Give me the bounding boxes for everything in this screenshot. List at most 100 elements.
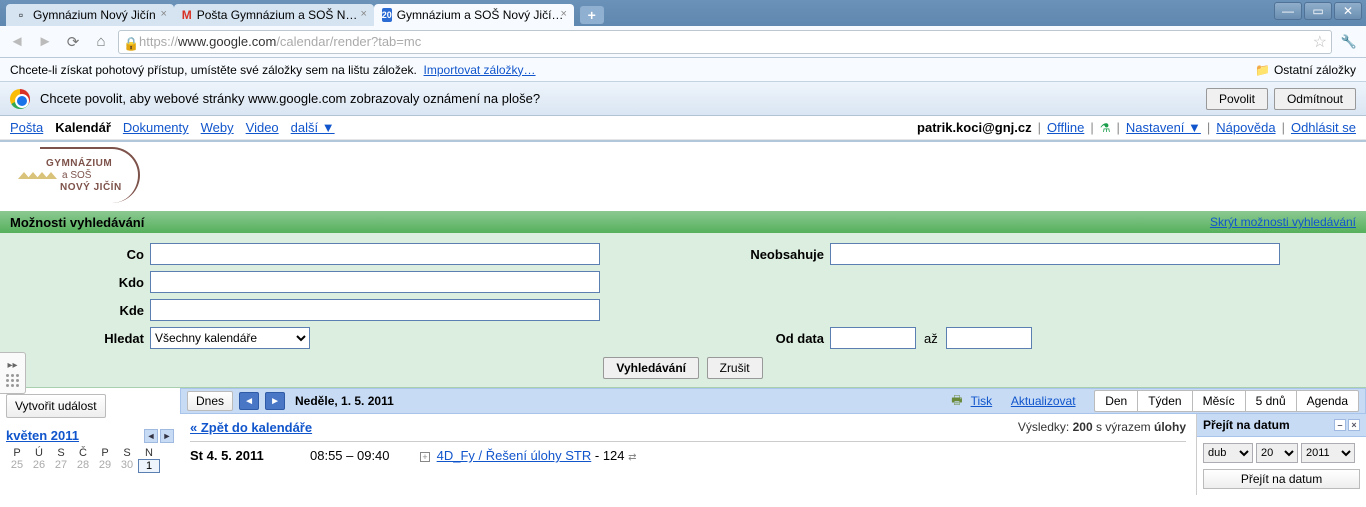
home-button[interactable]: ⌂ — [90, 31, 112, 53]
bookmark-star-icon[interactable]: ☆ — [1313, 32, 1327, 52]
select-searchin[interactable]: Všechny kalendáře — [150, 327, 310, 349]
url-scheme: https:// — [139, 34, 178, 49]
label-to: až — [924, 331, 938, 346]
view-week[interactable]: Týden — [1138, 390, 1192, 412]
close-icon[interactable]: × — [558, 8, 570, 20]
close-icon[interactable]: × — [358, 8, 370, 20]
input-what[interactable] — [150, 243, 600, 265]
goto-year-select[interactable]: 2011 — [1301, 443, 1355, 463]
goto-month-select[interactable]: dub — [1203, 443, 1253, 463]
hide-search-options-link[interactable]: Skrýt možnosti vyhledávání — [1210, 215, 1356, 229]
results-summary: Výsledky: 200 s výrazem úlohy — [1018, 420, 1186, 434]
search-options-form: Co Neobsahuje Kdo Kde Hledat Všechny kal… — [0, 233, 1366, 388]
deny-button[interactable]: Odmítnout — [1274, 88, 1356, 110]
search-options-header: Možnosti vyhledávání Skrýt možnosti vyhl… — [0, 211, 1366, 233]
left-column: Vytvořit událost květen 2011 ◄ ► PÚSČPSN… — [0, 388, 180, 495]
labs-icon[interactable]: ⚗ — [1100, 121, 1111, 135]
forward-button[interactable]: ► — [34, 31, 56, 53]
label-not: Neobsahuje — [600, 247, 830, 262]
url-path: /calendar/render?tab=mc — [276, 34, 421, 49]
browser-tab-2[interactable]: 20 Gymnázium a SOŠ Nový Jičí… × — [374, 4, 574, 26]
print-link[interactable]: Tisk — [971, 394, 993, 408]
view-5days[interactable]: 5 dnů — [1246, 390, 1297, 412]
create-event-button[interactable]: Vytvořit událost — [6, 394, 106, 418]
results-list: « Zpět do kalendáře Výsledky: 200 s výra… — [180, 414, 1196, 495]
browser-tab-0[interactable]: ▫ Gymnázium Nový Jičín × — [6, 4, 174, 26]
close-panel-icon[interactable]: × — [1348, 419, 1360, 431]
goto-date-button[interactable]: Přejít na datum — [1203, 469, 1360, 489]
refresh-link[interactable]: Aktualizovat — [1011, 394, 1076, 408]
minimize-panel-icon[interactable]: – — [1334, 419, 1346, 431]
side-drawer-handle[interactable]: ▸▸ — [0, 352, 26, 394]
notification-infobar: Chcete povolit, aby webové stránky www.g… — [0, 82, 1366, 116]
settings-link[interactable]: Nastavení ▼ — [1126, 120, 1201, 135]
tab-title: Gymnázium Nový Jičín — [33, 8, 156, 22]
input-not[interactable] — [830, 243, 1280, 265]
search-button[interactable]: Vyhledávání — [603, 357, 699, 379]
reload-button[interactable]: ⟳ — [62, 31, 84, 53]
chrome-icon — [10, 89, 30, 109]
input-who[interactable] — [150, 271, 600, 293]
gbar-link-posta[interactable]: Pošta — [10, 120, 43, 135]
event-row[interactable]: St 4. 5. 2011 08:55 – 09:40 + 4D_Fy / Ře… — [190, 448, 1186, 463]
chevron-right-icon: ▸▸ — [7, 360, 17, 371]
recurring-icon: ⇄ — [628, 452, 636, 463]
window-close-button[interactable]: ✕ — [1334, 2, 1362, 20]
next-period-button[interactable]: ► — [265, 392, 285, 410]
date-toolbar: Dnes ◄ ► Neděle, 1. 5. 2011 🖶 Tisk Aktua… — [180, 388, 1366, 414]
goto-day-select[interactable]: 20 — [1256, 443, 1298, 463]
mini-calendar[interactable]: PÚSČPSN 2526272829301 — [6, 447, 174, 473]
import-bookmarks-link[interactable]: Importovat záložky… — [424, 63, 536, 77]
close-icon[interactable]: × — [158, 8, 170, 20]
mini-prev-month[interactable]: ◄ — [144, 429, 158, 443]
event-date: St 4. 5. 2011 — [190, 448, 310, 463]
view-agenda[interactable]: Agenda — [1297, 390, 1359, 412]
signout-link[interactable]: Odhlásit se — [1291, 120, 1356, 135]
input-to-date[interactable] — [946, 327, 1032, 349]
gbar-link-kalendar[interactable]: Kalendář — [55, 120, 111, 135]
label-where: Kde — [10, 303, 150, 318]
page-icon: ▫ — [14, 8, 28, 22]
browser-tab-1[interactable]: M Pošta Gymnázium a SOŠ N… × — [174, 4, 374, 26]
gbar-link-dokumenty[interactable]: Dokumenty — [123, 120, 189, 135]
back-button[interactable]: ◄ — [6, 31, 28, 53]
event-title-link[interactable]: 4D_Fy / Řešení úlohy STR — [437, 448, 592, 463]
help-link[interactable]: Nápověda — [1216, 120, 1275, 135]
new-tab-button[interactable]: + — [580, 6, 604, 24]
expand-icon[interactable]: + — [420, 452, 430, 462]
input-from-date[interactable] — [830, 327, 916, 349]
back-to-calendar-link[interactable]: « Zpět do kalendáře — [190, 420, 312, 435]
goto-date-title: Přejít na datum — [1203, 418, 1290, 432]
other-bookmarks-link[interactable]: Ostatní záložky — [1274, 63, 1356, 77]
offline-link[interactable]: Offline — [1047, 120, 1084, 135]
mini-next-month[interactable]: ► — [160, 429, 174, 443]
prev-period-button[interactable]: ◄ — [239, 392, 259, 410]
tab-title: Gymnázium a SOŠ Nový Jičí… — [397, 8, 564, 22]
gbar-link-weby[interactable]: Weby — [201, 120, 234, 135]
main-area: Vytvořit událost květen 2011 ◄ ► PÚSČPSN… — [0, 388, 1366, 495]
user-email: patrik.koci@gnj.cz — [917, 120, 1032, 135]
infobar-text: Chcete povolit, aby webové stránky www.g… — [40, 91, 540, 106]
right-content: Dnes ◄ ► Neděle, 1. 5. 2011 🖶 Tisk Aktua… — [180, 388, 1366, 495]
url-bar[interactable]: 🔒 https:// www.google.com /calendar/rend… — [118, 30, 1332, 54]
event-time: 08:55 – 09:40 — [310, 448, 420, 463]
search-title: Možnosti vyhledávání — [10, 215, 144, 230]
window-minimize-button[interactable]: — — [1274, 2, 1302, 20]
current-date-label: Neděle, 1. 5. 2011 — [295, 394, 394, 408]
logo-row: GYMNÁZIUM a SOŠ NOVÝ JIČÍN — [0, 140, 1366, 211]
window-maximize-button[interactable]: ▭ — [1304, 2, 1332, 20]
allow-button[interactable]: Povolit — [1206, 88, 1268, 110]
label-searchin: Hledat — [10, 331, 150, 346]
school-logo: GYMNÁZIUM a SOŠ NOVÝ JIČÍN — [10, 150, 160, 200]
gbar-link-more[interactable]: další ▼ — [291, 120, 335, 135]
view-day[interactable]: Den — [1094, 390, 1138, 412]
calendar-badge-icon: 20 — [382, 8, 392, 22]
gbar-link-video[interactable]: Video — [246, 120, 279, 135]
wrench-menu-icon[interactable]: 🔧 — [1338, 31, 1360, 53]
goto-date-panel: Přejít na datum – × dub 20 2011 Přejít n… — [1196, 414, 1366, 495]
mini-month-label[interactable]: květen 2011 — [6, 428, 79, 443]
cancel-button[interactable]: Zrušit — [707, 357, 763, 379]
today-button[interactable]: Dnes — [187, 391, 233, 411]
input-where[interactable] — [150, 299, 600, 321]
view-month[interactable]: Měsíc — [1193, 390, 1246, 412]
